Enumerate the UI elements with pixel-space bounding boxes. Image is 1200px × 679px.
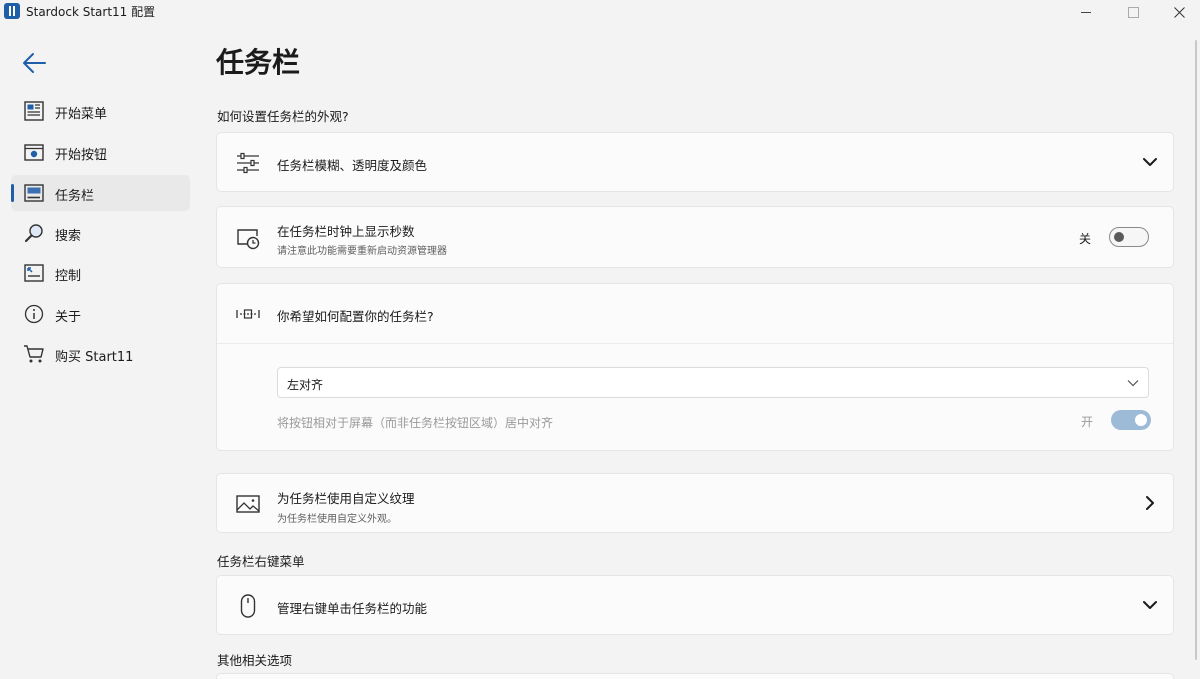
right-click-menu-card[interactable]: 管理右键单击任务栏的功能 [216, 575, 1174, 635]
toggle-knob [1135, 414, 1147, 426]
scrollbar[interactable] [1195, 40, 1197, 660]
sidebar-item-label: 控制 [55, 269, 82, 284]
sliders-icon [237, 152, 259, 174]
sidebar-item-buy[interactable]: 购买 Start11 [11, 336, 190, 372]
control-icon [24, 264, 44, 282]
start-menu-icon [24, 101, 44, 121]
sidebar-item-taskbar[interactable]: 任务栏 [11, 175, 190, 211]
mouse-icon [240, 594, 256, 618]
sidebar-item-control[interactable]: 控制 [11, 255, 190, 291]
app-logo-icon [4, 3, 20, 19]
sidebar-item-label: 购买 Start11 [55, 350, 134, 365]
section-heading-right-click: 任务栏右键菜单 [217, 554, 305, 569]
card-subtitle: 为任务栏使用自定义外观。 [277, 514, 397, 525]
center-align-label: 将按钮相对于屏幕（而非任务栏按钮区域）居中对齐 [277, 416, 554, 430]
sidebar-item-label: 任务栏 [55, 189, 95, 204]
sidebar-item-about[interactable]: 关于 [11, 296, 190, 332]
card-title: 你希望如何配置你的任务栏? [277, 309, 434, 324]
cart-icon [24, 345, 44, 363]
sidebar-item-start-menu[interactable]: 开始菜单 [11, 93, 190, 129]
window-title: Stardock Start11 配置 [26, 5, 156, 19]
active-indicator [11, 184, 14, 202]
toggle-state-label: 开 [1081, 415, 1094, 429]
back-arrow-icon [23, 53, 46, 73]
taskbar-blur-card[interactable]: 任务栏模糊、透明度及颜色 [216, 132, 1174, 192]
center-align-toggle[interactable] [1111, 410, 1151, 430]
section-heading-appearance: 如何设置任务栏的外观? [217, 109, 349, 124]
close-button[interactable] [1156, 0, 1200, 24]
clock-screen-icon [237, 229, 260, 250]
sidebar-item-label: 搜索 [55, 229, 82, 244]
info-icon [24, 304, 44, 324]
sidebar-item-start-button[interactable]: 开始按钮 [11, 134, 190, 170]
title-bar: Stardock Start11 配置 [0, 0, 1200, 24]
sidebar-item-label: 开始按钮 [55, 148, 108, 163]
toggle-knob [1114, 232, 1124, 242]
dropdown-value: 左对齐 [287, 378, 324, 392]
sidebar-item-label: 开始菜单 [55, 107, 108, 122]
alignment-dropdown[interactable]: 左对齐 [277, 367, 1149, 398]
taskbar-align-icon [236, 309, 260, 319]
chevron-down-icon[interactable] [1141, 596, 1159, 614]
chevron-down-icon [1127, 380, 1139, 387]
taskbar-icon [24, 184, 44, 202]
card-title: 任务栏模糊、透明度及颜色 [277, 158, 428, 173]
clock-seconds-card: 在任务栏时钟上显示秒数 请注意此功能需要重新启动资源管理器 关 [216, 206, 1174, 268]
divider [217, 343, 1173, 344]
search-icon [24, 224, 43, 243]
section-heading-other: 其他相关选项 [217, 653, 293, 668]
card-title: 在任务栏时钟上显示秒数 [277, 224, 415, 239]
custom-texture-card[interactable]: 为任务栏使用自定义纹理 为任务栏使用自定义外观。 [216, 473, 1174, 533]
page-title: 任务栏 [216, 46, 301, 79]
toggle-state-label: 关 [1079, 232, 1092, 246]
maximize-button[interactable] [1110, 0, 1156, 24]
chevron-down-icon[interactable] [1141, 153, 1159, 171]
sidebar-item-search[interactable]: 搜索 [11, 215, 190, 251]
taskbar-config-card: 你希望如何配置你的任务栏? 左对齐 将按钮相对于屏幕（而非任务栏按钮区域）居中对… [216, 283, 1174, 451]
image-icon [236, 495, 260, 513]
card-subtitle: 请注意此功能需要重新启动资源管理器 [277, 246, 447, 257]
other-options-card[interactable] [216, 673, 1174, 679]
start-button-icon [24, 144, 44, 161]
minimize-button[interactable] [1063, 0, 1109, 24]
chevron-right-icon[interactable] [1141, 494, 1159, 512]
sidebar-item-label: 关于 [55, 310, 82, 325]
card-title: 为任务栏使用自定义纹理 [277, 491, 415, 506]
back-button[interactable] [20, 50, 50, 76]
close-icon [1173, 6, 1185, 18]
card-title: 管理右键单击任务栏的功能 [277, 601, 428, 616]
show-seconds-toggle[interactable] [1109, 227, 1149, 247]
